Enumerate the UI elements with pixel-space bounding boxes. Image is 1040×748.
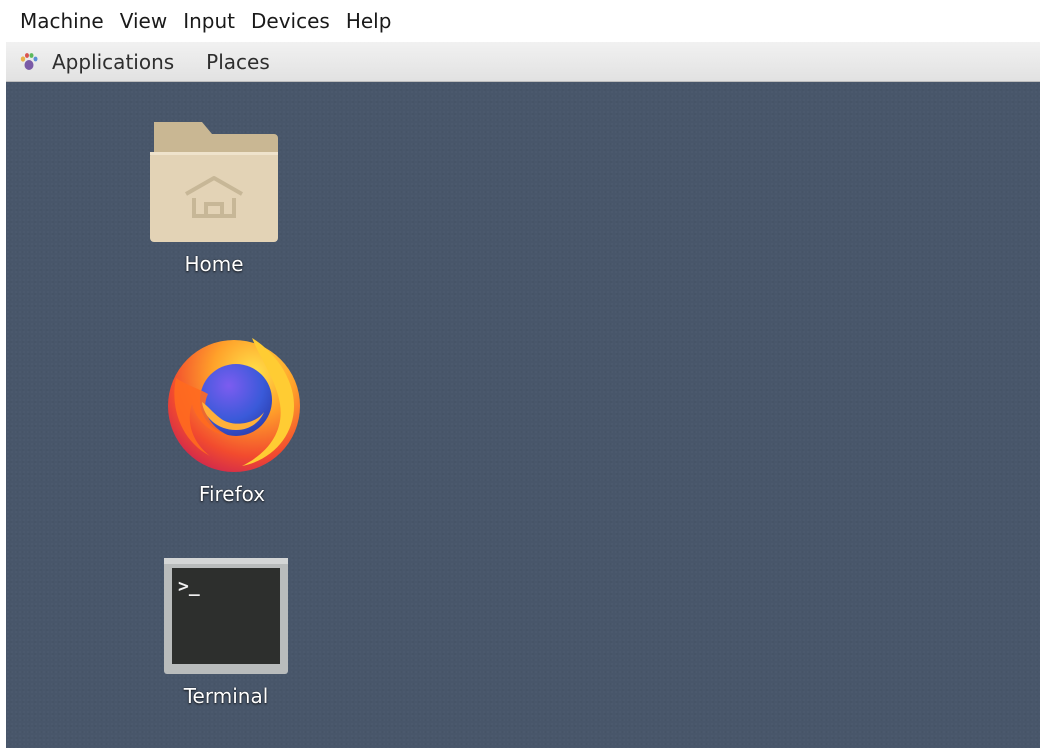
menu-help[interactable]: Help (338, 0, 400, 42)
menu-devices[interactable]: Devices (243, 0, 338, 42)
firefox-label: Firefox (198, 482, 266, 506)
places-label: Places (206, 49, 270, 74)
applications-label: Applications (52, 49, 175, 74)
desktop-icon-firefox[interactable]: Firefox (147, 332, 317, 506)
applications-menu[interactable]: Applications (6, 42, 196, 82)
menu-machine[interactable]: Machine (12, 0, 112, 42)
menu-input[interactable]: Input (175, 0, 243, 42)
firefox-icon (168, 338, 300, 472)
menu-view[interactable]: View (112, 0, 175, 42)
top-panel: Applications Places (6, 42, 1040, 82)
terminal-icon: >_ (164, 558, 288, 674)
home-label: Home (184, 252, 244, 276)
places-menu[interactable]: Places (196, 42, 280, 82)
guest-desktop[interactable]: Applications Places Home Firefox >_ Term… (6, 42, 1040, 748)
gnome-foot-icon (20, 52, 38, 70)
svg-text:>_: >_ (178, 576, 200, 597)
terminal-label: Terminal (183, 684, 269, 708)
desktop-icon-home[interactable]: Home (129, 118, 299, 276)
desktop-icon-terminal[interactable]: >_ Terminal (141, 556, 311, 708)
home-folder-icon (150, 122, 278, 242)
vm-menu-bar: Machine View Input Devices Help (0, 0, 1040, 42)
